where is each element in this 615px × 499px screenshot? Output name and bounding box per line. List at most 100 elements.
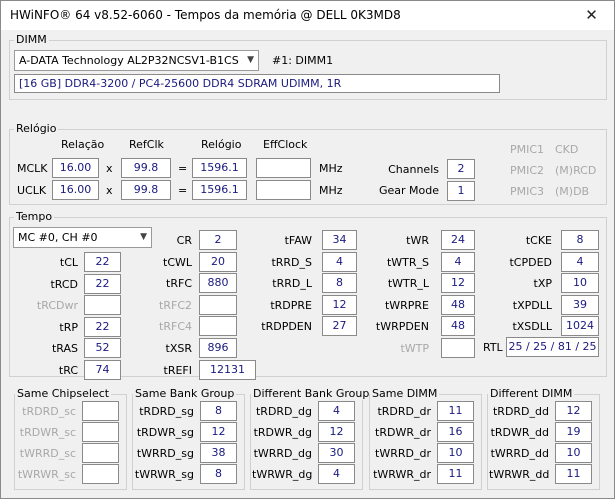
timing-label-twtr-s: tWTR_S — [386, 256, 429, 269]
timing-value-trrd-l: 8 — [322, 273, 357, 293]
timing-label-trc: tRC — [58, 364, 78, 377]
timing-value-tras: 52 — [84, 338, 121, 358]
timing-subgroup-title: Same Bank Group — [133, 387, 237, 400]
pmic2-label: PMIC2 — [510, 164, 545, 177]
close-button[interactable]: ✕ — [569, 1, 614, 30]
uclk-clock: 1596.1 — [192, 180, 247, 200]
timing-label-twtr-l: tWTR_L — [387, 277, 429, 290]
timing-value-twrrd-dd: 10 — [555, 443, 592, 463]
timing-value-tcpded: 4 — [561, 252, 599, 272]
timing-value-trdpden: 27 — [322, 316, 357, 336]
timing-group-label: Tempo — [14, 210, 55, 223]
timing-value-trdpre: 12 — [322, 295, 357, 315]
timing-subgroup-title: Same DIMM — [370, 387, 440, 400]
timing-value-twrrd-sg: 38 — [200, 443, 237, 463]
pmic1-value: CKD — [555, 143, 579, 156]
mclk-times: x — [106, 162, 113, 175]
timings-window: HWiNFO® 64 v8.52-6060 - Tempos da memóri… — [0, 0, 615, 499]
timing-value-twtr-l: 12 — [441, 273, 475, 293]
timing-value-trcdwr — [84, 295, 121, 315]
timing-label-tfaw: tFAW — [284, 234, 312, 247]
uclk-unit: MHz — [319, 184, 343, 197]
timing-value-trdwr-dr: 16 — [437, 422, 474, 442]
timing-value-trdrd-dd: 12 — [555, 401, 592, 421]
timing-label-trdrd-dg: tRDRD_dg — [255, 405, 312, 418]
timing-value-trp: 22 — [84, 317, 121, 337]
uclk-times: x — [106, 184, 113, 197]
timing-label-trefi: tREFI — [163, 364, 192, 377]
channel-dropdown-value: MC #0, CH #0 — [18, 231, 98, 244]
timing-value-twr: 24 — [441, 230, 475, 250]
timing-label-trfc2: tRFC2 — [159, 299, 192, 312]
channels-value: 2 — [447, 159, 475, 179]
timing-label-twrrd-dr: tWRRD_dr — [375, 447, 431, 460]
mclk-effclock — [256, 158, 311, 178]
timing-label-txp: tXP — [533, 277, 552, 290]
clock-group-label: Relógio — [14, 122, 59, 135]
timing-label-trfc: tRFC — [166, 277, 192, 290]
timing-value-tcwl: 20 — [199, 252, 237, 272]
title-bar[interactable]: HWiNFO® 64 v8.52-6060 - Tempos da memóri… — [1, 1, 614, 30]
timing-value-trdwr-sg: 12 — [200, 422, 237, 442]
timing-label-trdrd-sg: tRDRD_sg — [139, 405, 194, 418]
timing-value-trdwr-dd: 19 — [555, 422, 592, 442]
mclk-ratio: 16.00 — [52, 158, 99, 178]
timing-value-trfc2 — [199, 295, 237, 315]
timing-label-tcwl: tCWL — [163, 256, 192, 269]
timing-value-twrwr-sc — [82, 464, 119, 484]
uclk-equals: = — [178, 184, 188, 197]
mclk-refclk: 99.8 — [121, 158, 171, 178]
module-dropdown[interactable]: A-DATA Technology AL2P32NCSV1-B1CS ▼ — [14, 50, 259, 71]
pmic3-value: (M)DB — [555, 185, 590, 198]
timing-label-trdrd-dr: tRDRD_dr — [377, 405, 431, 418]
timing-value-twtr-s: 4 — [441, 252, 475, 272]
timing-value-trfc4 — [199, 316, 237, 336]
timing-label-txsdll: tXSDLL — [512, 320, 552, 333]
timing-label-twtp: tWTP — [400, 342, 429, 355]
rtl-label: RTL — [483, 341, 503, 354]
timing-value-txpdll: 39 — [561, 295, 599, 315]
timing-value-tfaw: 34 — [322, 230, 357, 250]
timing-label-twrwr-dg: tWRWR_dg — [252, 468, 313, 481]
window-title: HWiNFO® 64 v8.52-6060 - Tempos da memóri… — [10, 8, 401, 22]
mclk-unit: MHz — [319, 162, 343, 175]
timing-label-tcke: tCKE — [525, 234, 552, 247]
timing-label-trdpre: tRDPRE — [270, 299, 312, 312]
timing-value-twrwr-dd: 11 — [555, 464, 592, 484]
timing-label-tcpded: tCPDED — [509, 256, 552, 269]
timing-value-trdrd-dg: 4 — [318, 401, 355, 421]
timing-value-trefi: 12131 — [199, 360, 256, 380]
timing-label-twrwr-dd: tWRWR_dd — [489, 468, 550, 481]
timing-value-txsdll: 1024 — [561, 316, 599, 336]
timing-subgroup-title: Same Chipselect — [15, 387, 112, 400]
timing-value-twrwr-dr: 11 — [437, 464, 474, 484]
timing-value-cr: 2 — [199, 230, 237, 250]
timing-label-trrd-l: tRRD_L — [272, 277, 312, 290]
mclk-clock: 1596.1 — [192, 158, 247, 178]
clock-header: Relógio — [201, 138, 242, 151]
timing-label-twrpden: tWRPDEN — [375, 320, 429, 333]
timing-label-twrrd-sc: tWRRD_sc — [19, 447, 76, 460]
timing-label-trdrd-sc: tRDRD_sc — [22, 405, 76, 418]
timing-subgroup-title: Different DIMM — [488, 387, 575, 400]
timing-value-tcke: 8 — [561, 230, 599, 250]
gear-mode-value: 1 — [447, 181, 475, 201]
timing-label-trrd-s: tRRD_S — [271, 256, 312, 269]
timing-label-twrwr-dr: tWRWR_dr — [373, 468, 431, 481]
timing-value-twrrd-dr: 10 — [437, 443, 474, 463]
timing-value-tcl: 22 — [84, 252, 121, 272]
timing-label-twrrd-sg: tWRRD_sg — [136, 447, 194, 460]
timing-label-twrrd-dd: tWRRD_dd — [490, 447, 549, 460]
dimm-group-label: DIMM — [14, 33, 49, 46]
timing-label-trdwr-sg: tRDWR_sg — [136, 426, 194, 439]
module-description: [16 GB] DDR4-3200 / PC4-25600 DDR4 SDRAM… — [14, 74, 500, 93]
mclk-label: MCLK — [17, 162, 48, 175]
timing-label-twrrd-dg: tWRRD_dg — [253, 447, 312, 460]
timing-value-trcd: 22 — [84, 274, 121, 294]
timing-label-trdwr-dd: tRDWR_dd — [490, 426, 549, 439]
timing-value-trfc: 880 — [199, 273, 237, 293]
timing-value-txsr: 896 — [199, 338, 237, 358]
timing-label-trdwr-dr: tRDWR_dr — [375, 426, 431, 439]
rtl-value: 25 / 25 / 81 / 25 — [506, 337, 599, 357]
uclk-ratio: 16.00 — [52, 180, 99, 200]
